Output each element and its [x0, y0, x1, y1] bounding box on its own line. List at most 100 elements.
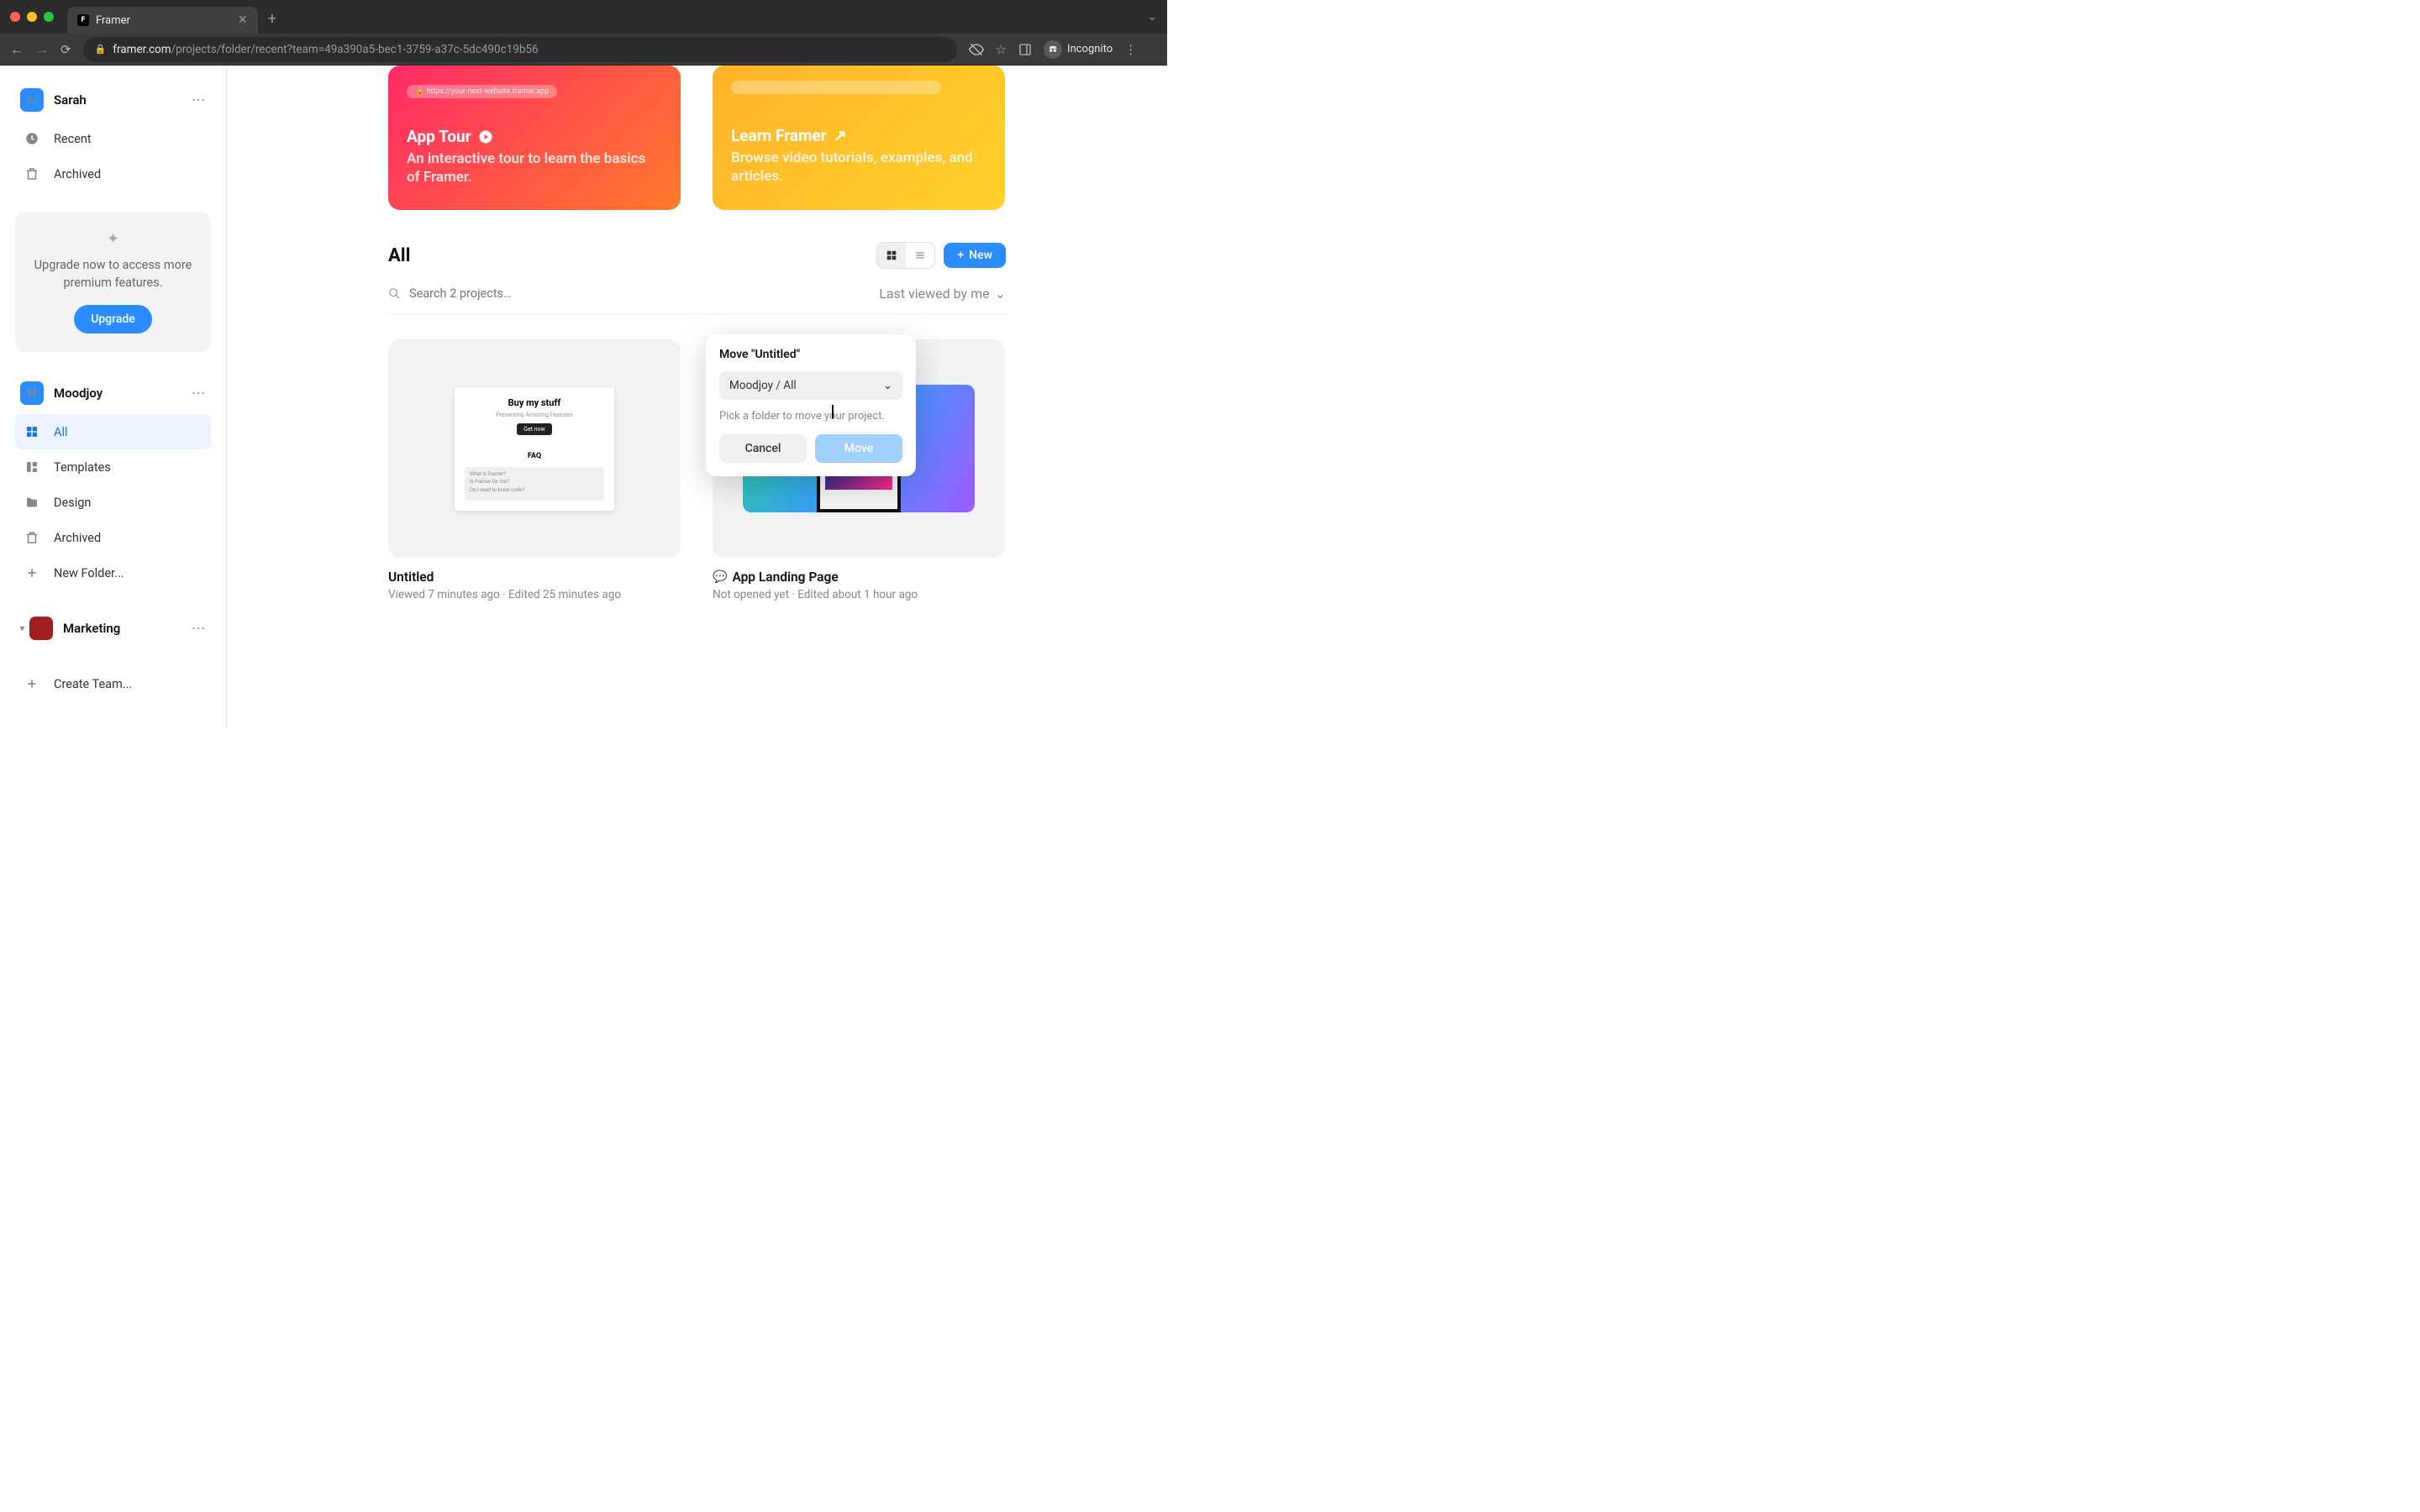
sidebar-item-label: Archived [54, 167, 101, 181]
url-host: framer.com [113, 43, 171, 56]
kebab-menu-icon[interactable]: ⋮ [1124, 42, 1137, 57]
sidebar-item-label: Archived [54, 531, 101, 545]
external-link-icon: ↗ [834, 126, 847, 145]
address-bar[interactable]: 🔒 framer.com/projects/folder/recent?team… [83, 37, 957, 62]
tree-expand-icon[interactable]: ▾ [20, 624, 24, 633]
sidebar-user-row[interactable]: SJ Sarah ··· [15, 82, 211, 118]
new-project-button[interactable]: + New [944, 243, 1006, 268]
modal-cancel-button[interactable]: Cancel [719, 434, 807, 463]
chevron-down-icon: ⌄ [883, 379, 892, 392]
sidebar-item-ws-archived[interactable]: Archived [15, 520, 211, 555]
sidebar-item-all[interactable]: All [15, 414, 211, 449]
more-icon[interactable]: ··· [192, 621, 206, 636]
sidebar-item-label: All [54, 425, 68, 439]
project-meta: Viewed 7 minutes ago · Edited 25 minutes… [388, 588, 681, 601]
incognito-badge[interactable]: Incognito [1044, 40, 1113, 59]
sidebar-item-label: Templates [54, 460, 111, 475]
play-icon [478, 129, 493, 144]
chevron-down-icon: ⌄ [995, 286, 1006, 302]
new-tab-button[interactable]: + [268, 10, 276, 28]
grid-icon [20, 420, 44, 444]
star-icon[interactable]: ☆ [996, 42, 1007, 57]
plus-icon [20, 561, 44, 585]
hero-card-app-tour[interactable]: 🔒 https://your-next-website.framer.app A… [388, 66, 681, 210]
incognito-icon [1044, 40, 1062, 59]
sidebar-item-label: Recent [54, 132, 92, 146]
clock-icon [20, 127, 44, 150]
close-window-button[interactable] [10, 12, 20, 22]
list-view-button[interactable] [906, 243, 934, 268]
more-icon[interactable]: ··· [192, 386, 206, 401]
more-icon[interactable]: ··· [192, 92, 206, 108]
grid-view-button[interactable] [877, 243, 906, 268]
modal-move-button[interactable]: Move [815, 434, 902, 463]
sidebar: SJ Sarah ··· Recent Archived ✦ Upgrade n… [0, 66, 227, 729]
sidebar-workspace-moodjoy[interactable]: M Moodjoy ··· [15, 375, 211, 411]
section-title: All [388, 245, 410, 266]
workspace-avatar [29, 617, 53, 640]
sort-label: Last viewed by me [879, 286, 989, 302]
user-name: Sarah [54, 92, 87, 108]
sidebar-item-label: Create Team... [54, 677, 132, 691]
sparkle-icon: ✦ [29, 230, 197, 248]
search-input[interactable] [409, 286, 879, 301]
modal-folder-select[interactable]: Moodjoy / All ⌄ [719, 371, 902, 400]
upgrade-button[interactable]: Upgrade [74, 305, 152, 333]
tab-title: Framer [96, 14, 130, 27]
modal-title: Move "Untitled" [719, 348, 902, 361]
workspace-avatar: M [20, 381, 44, 405]
hero-subtitle: Browse video tutorials, examples, and ar… [731, 149, 986, 186]
hero-title: App Tour [407, 127, 662, 146]
view-toggle [876, 242, 935, 269]
project-card[interactable]: Buy my stuff Presenting Amazing Features… [388, 339, 681, 601]
maximize-window-button[interactable] [44, 12, 54, 22]
sidebar-item-design[interactable]: Design [15, 485, 211, 520]
back-button[interactable]: ← [10, 41, 24, 58]
lock-icon: 🔒 [95, 44, 107, 55]
hero-title: Learn Framer ↗ [731, 126, 986, 145]
incognito-label: Incognito [1067, 43, 1113, 55]
sidebar-item-archived[interactable]: Archived [15, 156, 211, 192]
forward-button[interactable]: → [35, 41, 49, 58]
sidebar-workspace-marketing[interactable]: ▾ Marketing ··· [15, 611, 211, 646]
browser-tab-bar: F Framer ✕ + ⌄ [0, 0, 1167, 34]
upgrade-message: Upgrade now to access more premium featu… [29, 256, 197, 291]
toolbar-actions: ☆ Incognito ⋮ [969, 40, 1138, 59]
window-controls [10, 12, 54, 22]
archive-icon [20, 162, 44, 186]
sidebar-item-new-folder[interactable]: New Folder... [15, 555, 211, 591]
project-title: Untitled [388, 570, 681, 585]
plus-icon: + [957, 249, 964, 262]
project-thumbnail: Buy my stuff Presenting Amazing Features… [388, 339, 681, 558]
panel-icon[interactable] [1018, 43, 1032, 56]
minimize-window-button[interactable] [27, 12, 37, 22]
modal-hint: Pick a folder to move your project. [719, 410, 902, 423]
close-tab-icon[interactable]: ✕ [238, 13, 248, 27]
hero-pill [731, 81, 941, 94]
sidebar-item-recent[interactable]: Recent [15, 121, 211, 156]
eye-off-icon[interactable] [969, 42, 984, 57]
tabs-dropdown-icon[interactable]: ⌄ [1147, 10, 1157, 24]
search-icon [388, 287, 401, 300]
project-meta: Not opened yet · Edited about 1 hour ago [713, 588, 1005, 601]
hero-pill: 🔒 https://your-next-website.framer.app [407, 85, 557, 98]
url-path: /projects/folder/recent?team=49a390a5-be… [171, 43, 539, 56]
sidebar-item-label: Design [54, 496, 91, 510]
sort-dropdown[interactable]: Last viewed by me ⌄ [879, 286, 1006, 302]
upgrade-card: ✦ Upgrade now to access more premium fea… [15, 212, 211, 352]
templates-icon [20, 455, 44, 479]
modal-folder-value: Moodjoy / All [729, 379, 797, 392]
main-content: 🔒 https://your-next-website.framer.app A… [227, 66, 1167, 729]
folder-icon [20, 491, 44, 514]
project-badge-icon: 💬 [713, 570, 727, 584]
workspace-name: Moodjoy [54, 386, 103, 401]
reload-button[interactable]: ⟳ [60, 42, 71, 57]
sidebar-item-label: New Folder... [54, 566, 124, 580]
browser-tab[interactable]: F Framer ✕ [67, 7, 258, 34]
hero-subtitle: An interactive tour to learn the basics … [407, 150, 662, 186]
workspace-name: Marketing [63, 621, 120, 636]
sidebar-create-team[interactable]: Create Team... [15, 666, 211, 701]
hero-card-learn-framer[interactable]: Learn Framer ↗ Browse video tutorials, e… [713, 66, 1005, 210]
project-title: 💬 App Landing Page [713, 570, 1005, 585]
sidebar-item-templates[interactable]: Templates [15, 449, 211, 485]
